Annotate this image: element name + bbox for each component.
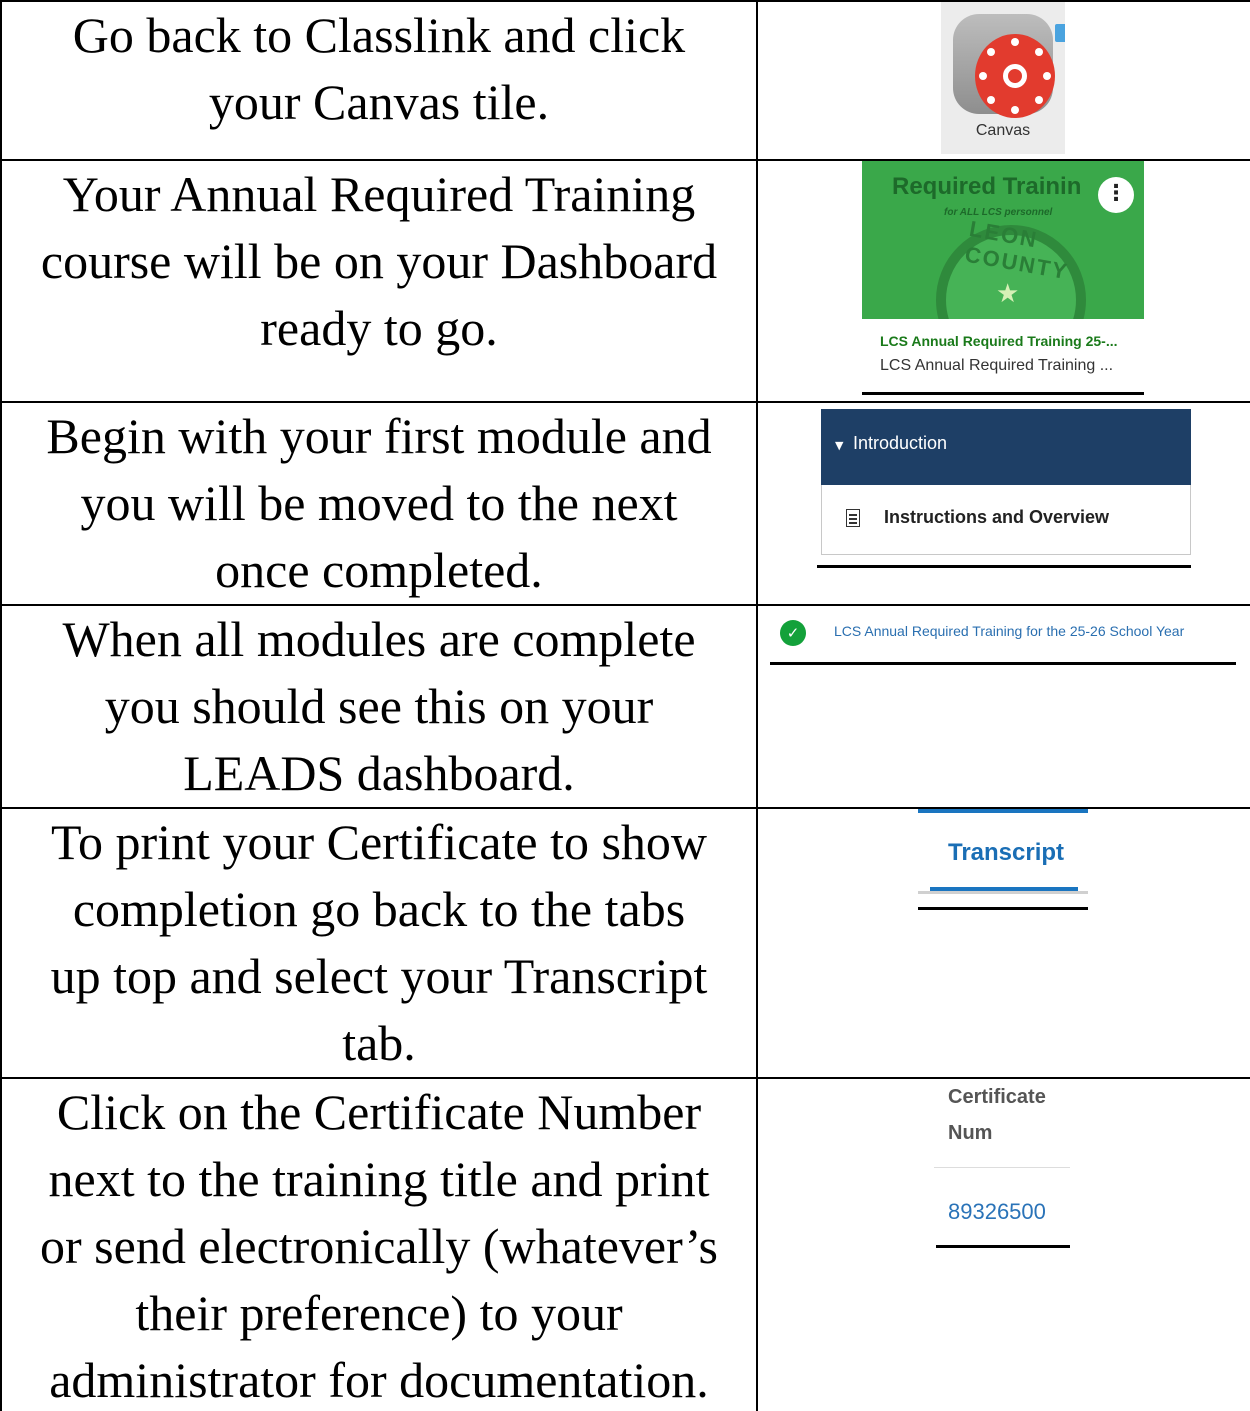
underline [817,565,1191,568]
canvas-tile-label: Canvas [975,122,1031,139]
step-6-instruction: Click on the Certificate Number next to … [0,1077,758,1411]
tab-bar-edge [918,809,1088,813]
check-circle-icon: ✓ [780,620,806,646]
step-6-line-5: administrator for documentation. [49,1352,709,1408]
certificate-number-link[interactable]: 89326500 [948,1199,1046,1225]
step-4-line-2: you should see this on your [104,678,654,734]
step-row-4: When all modules are complete you should… [0,604,1250,809]
divider [934,1167,1070,1168]
course-title[interactable]: LCS Annual Required Training 25-... [880,333,1118,349]
banner-title: Required Trainin [892,173,1082,200]
step-2-screenshot: Required Trainin for ALL LCS personnel L… [756,159,1250,403]
course-banner: Required Trainin for ALL LCS personnel L… [862,161,1144,319]
certificate-column-header: Certificate Num [948,1079,1046,1151]
module-title: Introduction [853,433,948,453]
banner-subtitle: for ALL LCS personnel [944,207,1053,218]
tab-transcript[interactable]: Transcript [948,839,1064,867]
underline [936,1245,1070,1248]
step-5-screenshot: Transcript [756,807,1250,1079]
underline [918,907,1088,910]
completed-training-link[interactable]: LCS Annual Required Training for the 25-… [834,623,1184,639]
cert-header-line-2: Num [948,1122,993,1144]
step-3-line-1: Begin with your first module and [46,408,712,464]
step-row-5: To print your Certificate to show comple… [0,807,1250,1079]
module-item-link[interactable]: Instructions and Overview [884,507,1109,528]
step-2-line-3: ready to go. [260,300,498,356]
step-row-3: Begin with your first module and you wil… [0,401,1250,606]
step-row-1: Go back to Classlink and click your Canv… [0,0,1250,161]
step-3-line-2: you will be moved to the next [80,475,678,531]
canvas-tile[interactable]: Canvas [941,2,1065,154]
step-3-screenshot: ▼ Introduction Instructions and Overview [756,401,1250,606]
step-6-line-4: their preference) to your [135,1285,623,1341]
canvas-logo-icon [953,14,1055,118]
module-header[interactable]: ▼ Introduction [821,409,1191,485]
cert-header-line-1: Certificate [948,1086,1046,1108]
step-6-screenshot: Certificate Num 89326500 [756,1077,1250,1411]
tab-divider [918,891,1088,894]
step-4-instruction: When all modules are complete you should… [0,604,758,809]
step-5-line-1: To print your Certificate to show [50,814,708,870]
step-3-instruction: Begin with your first module and you wil… [0,401,758,606]
underline [770,662,1236,665]
step-2-instruction: Your Annual Required Training course wil… [0,159,758,403]
course-code: LCS Annual Required Training ... [880,357,1114,374]
caret-down-icon: ▼ [835,439,844,452]
step-6-line-1: Click on the Certificate Number [56,1084,702,1140]
step-5-line-3: up top and select your Transcript [50,948,708,1004]
step-row-2: Your Annual Required Training course wil… [0,159,1250,403]
step-4-line-1: When all modules are complete [62,611,696,667]
step-6-line-3: or send electronically (whatever’s [40,1218,718,1274]
step-1-screenshot: Canvas [756,0,1250,161]
step-1-instruction: Go back to Classlink and click your Canv… [0,0,758,161]
kebab-menu-icon[interactable]: ⋮ [1098,177,1134,213]
course-card[interactable]: Required Trainin for ALL LCS personnel L… [862,161,1144,397]
step-4-screenshot: ✓ LCS Annual Required Training for the 2… [756,604,1250,809]
instructions-table: Go back to Classlink and click your Canv… [0,0,1250,1411]
step-2-line-1: Your Annual Required Training [62,166,696,222]
step-1-line-1: Go back to Classlink and click [72,7,686,63]
step-3-line-3: once completed. [215,542,543,598]
step-1-line-2: your Canvas tile. [208,74,550,130]
step-5-line-2: completion go back to the tabs [72,881,686,937]
step-6-line-2: next to the training title and print [48,1151,710,1207]
step-2-line-2: course will be on your Dashboard [40,233,718,289]
adjacent-tile-edge [1055,24,1065,42]
underline [862,392,1144,395]
step-5-line-4: tab. [342,1015,416,1071]
document-icon [846,509,860,527]
step-row-6: Click on the Certificate Number next to … [0,1077,1250,1411]
step-5-instruction: To print your Certificate to show comple… [0,807,758,1079]
step-4-line-3: LEADS dashboard. [183,745,575,801]
star-icon: ★ [996,279,1020,309]
